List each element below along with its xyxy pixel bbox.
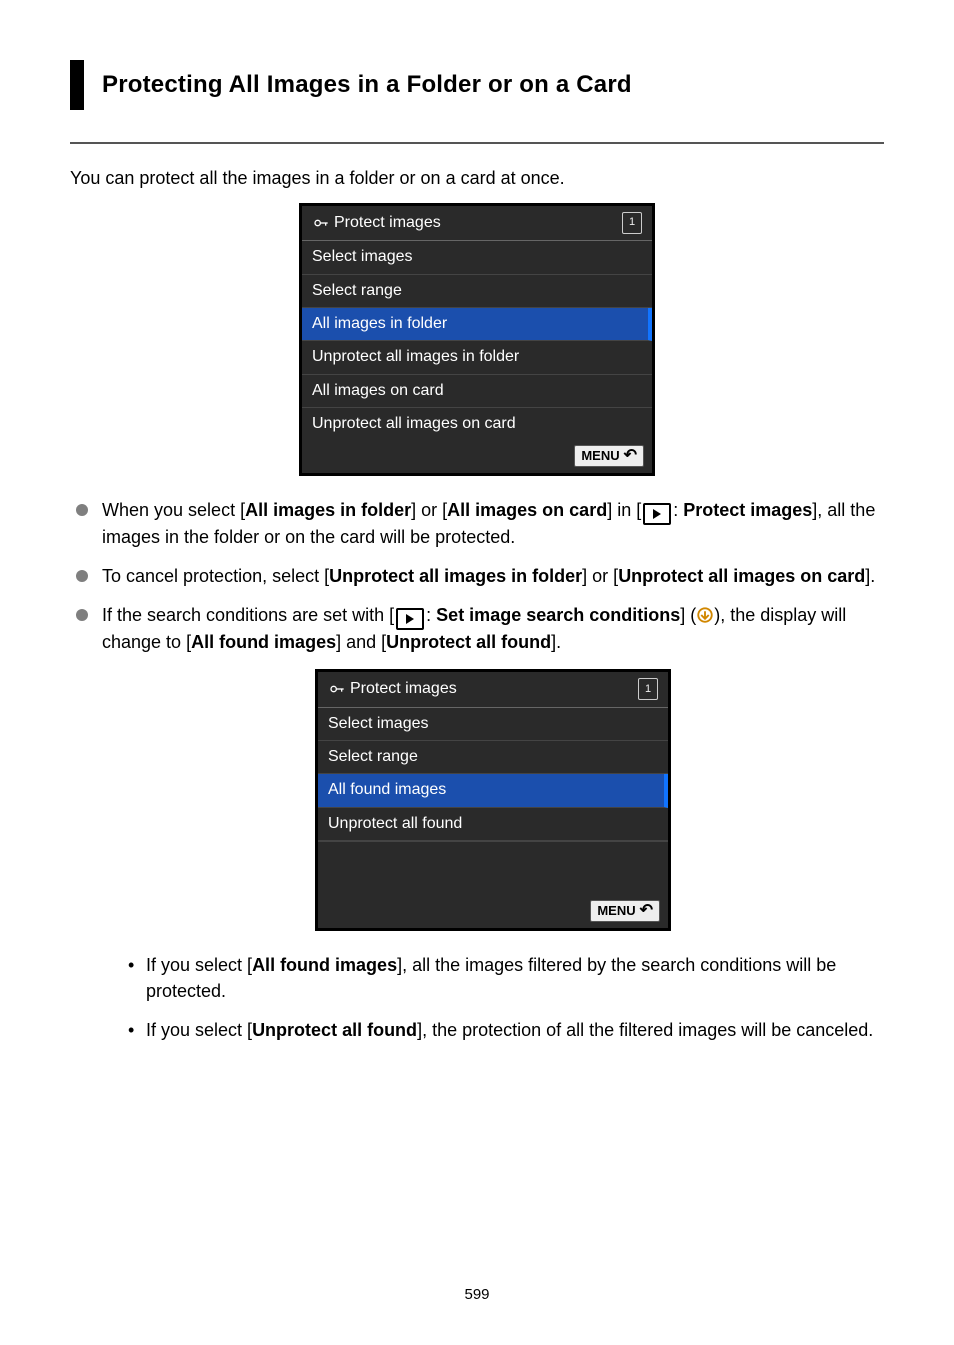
menu-title-text: Protect images xyxy=(334,212,441,234)
bold-text: Unprotect all found xyxy=(386,632,551,652)
back-arrow-icon: ↶ xyxy=(640,903,653,919)
text: To cancel protection, select [ xyxy=(102,566,329,586)
menu-title-row: Protect images 1 xyxy=(302,206,652,241)
menu-item-selected: All images in folder xyxy=(302,308,652,341)
menu-footer: MENU ↶ xyxy=(318,896,668,928)
menu-back-label: MENU xyxy=(581,447,619,465)
menu-title-left: Protect images xyxy=(312,212,441,234)
section-heading-block: Protecting All Images in a Folder or on … xyxy=(70,60,884,110)
text: When you select [ xyxy=(102,500,245,520)
menu-item: Select range xyxy=(302,275,652,308)
page-number: 599 xyxy=(0,1284,954,1305)
text: If you select [ xyxy=(146,1020,252,1040)
bold-text: Protect images xyxy=(683,500,812,520)
key-icon xyxy=(312,215,330,231)
link-icon[interactable] xyxy=(696,606,714,624)
text: If you select [ xyxy=(146,955,252,975)
playback-icon xyxy=(396,608,424,630)
menu-back-button: MENU ↶ xyxy=(574,445,644,467)
bold-text: All found images xyxy=(252,955,397,975)
card-slot-icon: 1 xyxy=(638,678,658,700)
menu-item: Select images xyxy=(302,241,652,274)
menu-title-text: Protect images xyxy=(350,678,457,700)
key-icon xyxy=(328,681,346,697)
menu-back-button: MENU ↶ xyxy=(590,900,660,922)
list-item: If you select [All found images], all th… xyxy=(128,953,884,1003)
text: : xyxy=(426,605,436,625)
menu-item: All images on card xyxy=(302,375,652,408)
back-arrow-icon: ↶ xyxy=(624,448,637,464)
menu-item: Select range xyxy=(318,741,668,774)
menu-item: Unprotect all found xyxy=(318,808,668,841)
text: : xyxy=(673,500,683,520)
menu-item: Select images xyxy=(318,708,668,741)
text: ] and [ xyxy=(336,632,386,652)
bold-text: All images in folder xyxy=(245,500,411,520)
text: ] in [ xyxy=(607,500,641,520)
bold-text: Set image search conditions xyxy=(436,605,680,625)
text: ]. xyxy=(865,566,875,586)
text: ] or [ xyxy=(582,566,618,586)
menu-item-selected: All found images xyxy=(318,774,668,807)
text: If the search conditions are set with [ xyxy=(102,605,394,625)
list-item: If the search conditions are set with [:… xyxy=(76,603,884,1043)
main-bullet-list: When you select [All images in folder] o… xyxy=(70,498,884,1043)
text: ] or [ xyxy=(411,500,447,520)
menu-footer: MENU ↶ xyxy=(302,441,652,473)
list-item: To cancel protection, select [Unprotect … xyxy=(76,564,884,589)
menu-title-row: Protect images 1 xyxy=(318,672,668,707)
text: ] ( xyxy=(680,605,696,625)
bold-text: Unprotect all images in folder xyxy=(329,566,582,586)
text: ]. xyxy=(551,632,561,652)
heading-underline xyxy=(70,142,884,144)
page: Protecting All Images in a Folder or on … xyxy=(0,0,954,1345)
playback-icon xyxy=(643,503,671,525)
menu-spacer xyxy=(318,841,668,896)
menu-title-left: Protect images xyxy=(328,678,457,700)
menu-item: Unprotect all images in folder xyxy=(302,341,652,374)
list-item: If you select [Unprotect all found], the… xyxy=(128,1018,884,1043)
bold-text: Unprotect all images on card xyxy=(618,566,865,586)
text: ], the protection of all the filtered im… xyxy=(417,1020,873,1040)
menu-item: Unprotect all images on card xyxy=(302,408,652,440)
sub-bullet-list: If you select [All found images], all th… xyxy=(102,953,884,1043)
list-item: When you select [All images in folder] o… xyxy=(76,498,884,550)
section-heading: Protecting All Images in a Folder or on … xyxy=(102,68,884,102)
camera-menu-screenshot-2: Protect images 1 Select images Select ra… xyxy=(315,669,671,931)
menu-back-label: MENU xyxy=(597,902,635,920)
intro-paragraph: You can protect all the images in a fold… xyxy=(70,166,884,191)
bold-text: Unprotect all found xyxy=(252,1020,417,1040)
bold-text: All found images xyxy=(191,632,336,652)
bold-text: All images on card xyxy=(447,500,607,520)
card-slot-icon: 1 xyxy=(622,212,642,234)
camera-menu-screenshot-1: Protect images 1 Select images Select ra… xyxy=(299,203,655,476)
